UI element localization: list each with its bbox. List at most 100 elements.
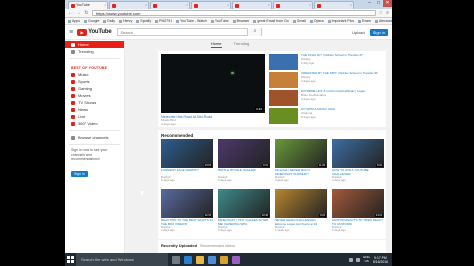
bookmark-item[interactable]: Google [84,19,99,23]
bookmark-item[interactable]: Spotify [136,19,151,23]
bookmark-item[interactable]: PM2791 [155,19,172,23]
video-thumbnail[interactable]: 9:41 [218,139,270,168]
spotlight-video-thumbnail[interactable]: 0:32 [161,54,265,113]
clock[interactable]: 9:17 PM 5/16/2016 [373,256,388,264]
close-tab-icon[interactable]: × [268,2,270,9]
browse-channels-link[interactable]: Browse channels [65,134,124,141]
task-view-icon[interactable] [172,255,180,264]
browser-tab[interactable]: × [232,1,272,9]
video-thumbnail[interactable]: 10:03 [161,139,213,168]
minimize-button[interactable]: – [365,0,374,7]
browser-tab[interactable]: YouTube × [68,1,108,9]
recently-uploaded-heading[interactable]: Recently Uploaded Recommended videos [158,240,386,253]
bookmark-item[interactable]: Important Pics [328,19,354,23]
guide-item-gaming[interactable]: Gaming [65,85,124,92]
signin-button[interactable]: Sign in [369,28,388,36]
video-card[interactable]: 14:01 FANTOM REACTS TO TRIES REACT TO FAN… [332,189,384,237]
close-tab-icon[interactable]: × [104,2,106,9]
browser-tab[interactable]: × [191,1,231,9]
video-thumbnail[interactable]: 8:10 [332,139,384,168]
edge-icon[interactable] [184,255,192,264]
recent-subtitle: Recommended videos [200,244,235,248]
bookmark-item[interactable]: Gmail [293,19,306,23]
video-card[interactable]: 8:10 HOW TO WIN A YOUTUBE CHALLENGE! Dunky… [332,139,384,187]
bookmark-item[interactable]: YouTube [211,19,229,23]
video-card[interactable]: 9:41 BATTLE ROYALE TRAILER! Dunky2 2 days a… [218,139,270,187]
bookmark-item[interactable]: Apps [68,19,80,23]
side-video-item[interactable]: ARRESTED BY THE FBI?! | Roblox School is… [269,71,384,89]
bookmark-item[interactable]: YouTube - Watch [176,19,207,23]
browser-tab[interactable]: × [273,1,313,9]
guide-item-360-video[interactable]: 360° Video [65,120,124,127]
video-thumbnail[interactable]: 10:48 [218,189,270,218]
bookmark-star-icon[interactable]: ☆ [379,10,383,16]
close-tab-icon[interactable]: × [227,2,229,9]
bookmark-item[interactable]: Opera [310,19,324,23]
guide-item-movies[interactable]: Movies [65,92,124,99]
search-icon[interactable]: ⌕ [247,28,262,36]
video-thumbnail[interactable]: 9:22 [275,189,327,218]
volume-icon[interactable] [356,257,361,262]
guide-item-sports[interactable]: Sports [65,78,124,85]
video-title[interactable]: ARRESTED BY THE FBI?! | Roblox School is… [301,71,378,76]
video-thumbnail[interactable] [269,90,298,106]
bookmark-item[interactable]: Daily [103,19,115,23]
bookmark-item[interactable]: Exam [358,19,371,23]
video-thumbnail[interactable] [269,54,298,70]
guide-item-home[interactable]: Home [65,41,124,48]
guide-item-news[interactable]: News [65,106,124,113]
video-card[interactable]: 9:22 NEVER HEAD CHALLENGE!!! Extreme Loga… [275,189,327,237]
channel-icon [71,100,75,105]
reload-icon[interactable]: ↻ [84,10,89,16]
video-card[interactable]: 10:48 MINECRAFT | TINY CHASES AFTER ME! (… [218,189,270,237]
maximize-button[interactable]: □ [374,0,383,7]
bookmark-item[interactable]: great Email from Go [253,19,288,23]
feed-tab-home[interactable]: Home [210,41,222,48]
forward-icon[interactable]: → [76,10,81,16]
close-tab-icon[interactable]: × [145,2,147,9]
close-window-button[interactable]: ✕ [383,0,392,7]
browser-tab[interactable]: × [109,1,149,9]
video-card[interactable]: 11:26 Minecraft | NEVER RUN A MINECRAFT N… [275,139,327,187]
search-input[interactable] [118,29,248,35]
video-thumbnail[interactable]: 14:01 [332,189,384,218]
menu-icon[interactable]: ≡ [386,10,389,16]
url-field[interactable]: https://www.youtube.com [92,10,376,16]
feed-tab-trending[interactable]: Trending [234,41,250,48]
guide-menu-icon[interactable]: ≡ [69,29,73,36]
store-icon[interactable] [208,255,216,264]
close-tab-icon[interactable]: × [186,2,188,9]
video-card[interactable]: 10:03 FUNNIEST FACE SWAPS!!! Dunky2 6 days … [161,139,213,187]
video-thumbnail[interactable] [269,108,298,124]
explorer-icon[interactable] [196,255,204,264]
browser-tab[interactable]: × [150,1,190,9]
side-video-item[interactable]: MY MOM & MAGIC WAR Channel 5 days ago [269,107,384,125]
bookmark-item[interactable]: Henry [119,19,132,23]
video-thumbnail[interactable]: 12:15 [161,189,213,218]
side-video-item[interactable]: EXTREME HOT & COLD CHALLENGE! | Logan Bri… [269,89,384,107]
guide-item-trending[interactable]: Trending [65,48,124,55]
start-button[interactable] [65,253,76,266]
upload-button[interactable]: Upload [352,30,365,35]
youtube-logo[interactable]: ▶ YouTube [77,28,112,36]
app-icon[interactable] [232,255,240,264]
guide-item-live[interactable]: Live [65,113,124,120]
video-thumbnail[interactable]: 11:26 [275,139,327,168]
close-tab-icon[interactable]: × [309,2,311,9]
language-indicator[interactable]: ENG US [363,255,370,263]
bookmark-item[interactable]: Alexander [375,19,392,23]
back-icon[interactable]: ← [68,10,73,16]
taskbar-search[interactable]: Search the web and Windows [76,253,168,266]
recommended-heading[interactable]: Recommended [158,130,386,139]
browser-tab[interactable]: × [314,1,354,9]
video-thumbnail[interactable] [269,72,298,88]
guide-item-music[interactable]: Music [65,71,124,78]
close-tab-icon[interactable]: × [350,2,352,9]
guide-signin-button[interactable]: Sign in [71,170,88,177]
video-card[interactable]: 12:15 REACTING TO THE BEST WHAT'S IN THE … [161,189,213,237]
guide-item-tv-shows[interactable]: TV Shows [65,99,124,106]
network-icon[interactable] [349,257,354,262]
side-video-item[interactable]: THE FINAL DIY | Roblox School is Transfe… [269,53,384,71]
chrome-icon[interactable] [220,255,228,264]
bookmark-item[interactable]: Browser [233,19,250,23]
